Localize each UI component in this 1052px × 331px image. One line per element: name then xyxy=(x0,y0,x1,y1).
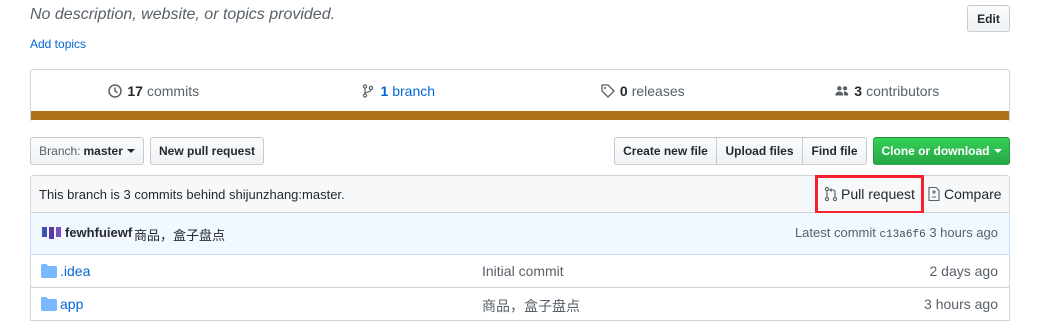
tag-icon xyxy=(600,83,616,99)
releases-label: releases xyxy=(631,83,685,99)
git-branch-icon xyxy=(360,83,376,99)
highlight-box xyxy=(815,175,924,214)
latest-commit-row: fewhfuiewf 商品，盒子盘点 Latest commit c13a6f6… xyxy=(30,213,1010,255)
clone-or-download-label: Clone or download xyxy=(881,144,990,158)
edit-button[interactable]: Edit xyxy=(967,5,1010,32)
folder-icon xyxy=(41,297,57,311)
commit-sha[interactable]: c13a6f6 xyxy=(879,229,925,241)
branch-summary[interactable]: 1 branch xyxy=(276,70,521,112)
branch-status-text: This branch is 3 commits behind shijunzh… xyxy=(39,187,345,202)
repo-description: No description, website, or topics provi… xyxy=(30,6,336,23)
file-commit-message[interactable]: Initial commit xyxy=(482,263,564,279)
compare-label: Compare xyxy=(944,186,1002,202)
branch-label: branch xyxy=(392,83,436,99)
latest-commit-info: Latest commit c13a6f6 3 hours ago xyxy=(795,225,998,241)
chevron-down-icon xyxy=(993,149,1002,153)
clone-or-download-button[interactable]: Clone or download xyxy=(873,137,1010,165)
releases-summary[interactable]: 0 releases xyxy=(520,70,765,112)
commit-message[interactable]: 商品，盒子盘点 xyxy=(134,225,225,244)
branch-select-button[interactable]: Branch: master xyxy=(30,137,144,165)
chevron-down-icon xyxy=(126,149,135,153)
table-row: .idea Initial commit 2 days ago xyxy=(30,255,1010,288)
table-row: app 商品，盒子盘点 3 hours ago xyxy=(30,288,1010,321)
branch-count: 1 xyxy=(380,83,389,99)
branch-prefix: Branch: xyxy=(39,144,81,158)
folder-icon xyxy=(41,264,57,278)
language-bar[interactable] xyxy=(31,111,1009,120)
file-age: 2 days ago xyxy=(929,263,999,279)
upload-files-button[interactable]: Upload files xyxy=(716,137,803,165)
contributors-summary[interactable]: 3 contributors xyxy=(765,70,1010,112)
contributors-label: contributors xyxy=(866,83,940,99)
new-pull-request-button[interactable]: New pull request xyxy=(150,137,264,165)
commit-author[interactable]: fewhfuiewf xyxy=(65,225,132,240)
compare-link[interactable]: Compare xyxy=(927,186,1002,202)
file-age: 3 hours ago xyxy=(924,296,998,312)
diff-icon xyxy=(927,186,941,202)
latest-commit-prefix: Latest commit xyxy=(794,225,876,240)
commits-label: commits xyxy=(146,83,200,99)
find-file-button[interactable]: Find file xyxy=(802,137,867,165)
contributors-count: 3 xyxy=(854,83,863,99)
avatar[interactable] xyxy=(42,227,62,239)
create-new-file-button[interactable]: Create new file xyxy=(614,137,717,165)
commits-summary[interactable]: 17 commits xyxy=(31,70,276,112)
file-name[interactable]: .idea xyxy=(60,263,90,279)
file-commit-message[interactable]: 商品，盒子盘点 xyxy=(482,296,580,316)
branch-name: master xyxy=(83,144,123,158)
file-name[interactable]: app xyxy=(60,296,83,312)
releases-count: 0 xyxy=(619,83,628,99)
commits-count: 17 xyxy=(127,83,143,99)
commit-age: 3 hours ago xyxy=(929,225,998,240)
history-icon xyxy=(107,83,123,99)
add-topics-link[interactable]: Add topics xyxy=(30,37,86,51)
people-icon xyxy=(834,83,850,99)
